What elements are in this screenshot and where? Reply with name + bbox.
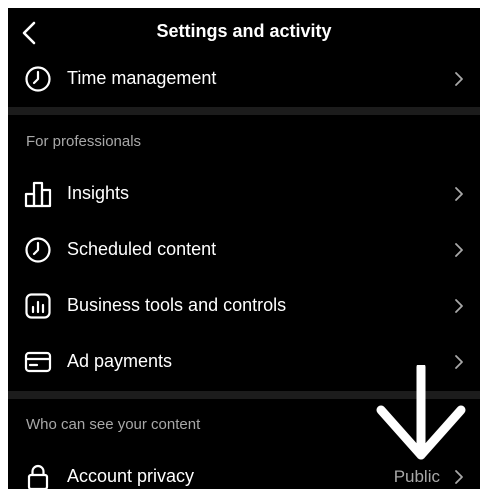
clock-icon [25,66,51,92]
time-management-item[interactable]: Time management [8,50,480,106]
bar-chart-icon [24,181,52,208]
time-management-label: Time management [67,68,217,88]
chevron-right-icon [455,187,463,201]
settings-screen: Settings and activity Time management Fo… [8,8,480,489]
lock-icon [27,464,49,489]
section-title-professionals: For professionals [26,133,142,150]
account-privacy-label: Account privacy [67,466,195,486]
account-privacy-value: Public [393,467,440,486]
business-tools-item[interactable]: Business tools and controls [8,277,480,333]
scheduled-content-item[interactable]: Scheduled content [8,221,480,277]
page-title: Settings and activity [156,21,332,41]
insights-label: Insights [67,183,130,203]
chevron-right-icon [455,470,463,484]
insights-item[interactable]: Insights [8,165,480,221]
card-icon [24,351,52,373]
chevron-right-icon [455,72,463,86]
section-divider [8,107,480,115]
chevron-right-icon [455,299,463,313]
scheduled-content-label: Scheduled content [67,239,217,259]
business-tools-icon [25,293,51,319]
business-tools-label: Business tools and controls [67,295,287,315]
section-title-visibility: Who can see your content [26,416,201,433]
down-arrow-annotation-icon [376,365,466,460]
clock-icon [25,237,51,263]
ad-payments-label: Ad payments [67,351,173,371]
chevron-right-icon [455,243,463,257]
